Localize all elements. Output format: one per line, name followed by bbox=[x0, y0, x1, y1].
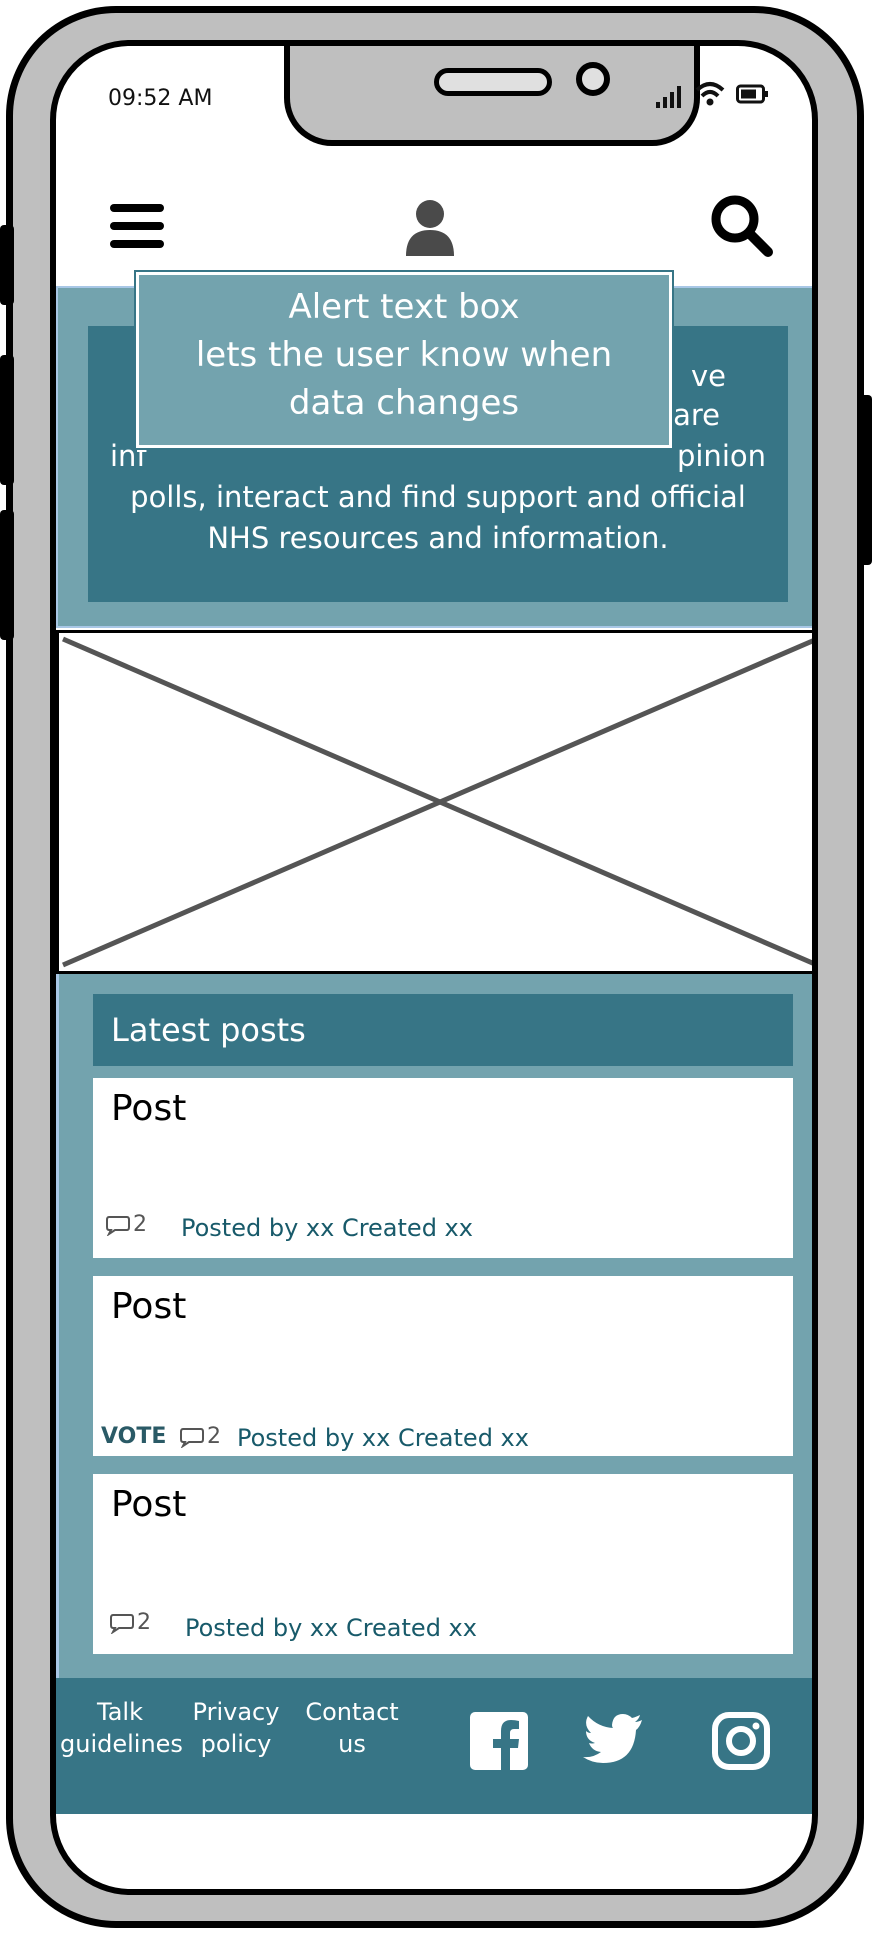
side-button-left-3 bbox=[0, 510, 14, 640]
twitter-icon[interactable] bbox=[582, 1714, 644, 1766]
image-placeholder bbox=[56, 630, 812, 974]
side-button-right bbox=[858, 395, 872, 565]
footer-link-line: policy bbox=[200, 1730, 272, 1758]
footer-link-talk-guidelines[interactable]: Talk guidelines bbox=[60, 1696, 183, 1760]
signal-icon bbox=[656, 86, 681, 108]
search-icon[interactable] bbox=[708, 192, 776, 260]
hero-line-4: polls, interact and find support and off… bbox=[130, 480, 746, 514]
footer-link-line: Contact bbox=[305, 1698, 399, 1726]
comment-count: 2 bbox=[137, 1610, 151, 1635]
comment-count: 2 bbox=[133, 1212, 147, 1237]
alert-text-box[interactable]: Alert text box lets the user know when d… bbox=[134, 270, 674, 450]
footer-link-privacy-policy[interactable]: Privacy policy bbox=[186, 1696, 286, 1760]
comment-count: 2 bbox=[207, 1424, 221, 1449]
post-card[interactable]: Post 2 Posted by xx Created xx bbox=[93, 1474, 793, 1654]
wifi-icon bbox=[695, 82, 725, 106]
footer-link-line: Talk bbox=[97, 1698, 143, 1726]
notch bbox=[284, 46, 700, 146]
comment-icon bbox=[106, 1216, 130, 1236]
post-meta: Posted by xx Created xx bbox=[237, 1424, 529, 1452]
post-card[interactable]: Post VOTE 2 Posted by xx Created xx bbox=[93, 1276, 793, 1456]
alert-message: Alert text box lets the user know when d… bbox=[139, 283, 669, 427]
alert-line: lets the user know when bbox=[195, 335, 613, 375]
speaker-icon bbox=[434, 68, 552, 96]
image-placeholder-icon bbox=[62, 636, 812, 968]
alert-line: data changes bbox=[288, 383, 520, 423]
vote-badge[interactable]: VOTE bbox=[101, 1424, 166, 1449]
side-button-left-2 bbox=[0, 355, 14, 485]
comment-icon bbox=[180, 1428, 204, 1448]
status-time: 09:52 AM bbox=[108, 86, 213, 111]
comment-icon bbox=[110, 1614, 134, 1634]
hero-line-3-right: pinion bbox=[676, 439, 766, 473]
hamburger-icon[interactable] bbox=[110, 204, 164, 258]
post-title[interactable]: Post bbox=[111, 1088, 186, 1129]
user-icon[interactable] bbox=[402, 196, 458, 258]
post-card[interactable]: Post 2 Posted by xx Created xx bbox=[93, 1078, 793, 1258]
side-button-left-1 bbox=[0, 225, 14, 305]
post-meta: Posted by xx Created xx bbox=[181, 1214, 473, 1242]
footer-link-line: us bbox=[338, 1730, 366, 1758]
alert-line: Alert text box bbox=[288, 287, 520, 327]
footer-link-line: guidelines bbox=[60, 1730, 183, 1758]
battery-icon bbox=[736, 84, 768, 104]
latest-posts-section: Latest posts Post 2 Posted by xx Created… bbox=[56, 974, 812, 1678]
footer-link-line: Privacy bbox=[192, 1698, 280, 1726]
instagram-icon[interactable] bbox=[712, 1712, 770, 1770]
post-title[interactable]: Post bbox=[111, 1286, 186, 1327]
hero-line-5: NHS resources and information. bbox=[207, 521, 669, 555]
latest-posts-heading: Latest posts bbox=[93, 994, 793, 1066]
camera-icon bbox=[576, 62, 610, 96]
post-meta: Posted by xx Created xx bbox=[185, 1614, 477, 1642]
footer-link-contact-us[interactable]: Contact us bbox=[302, 1696, 402, 1760]
post-title[interactable]: Post bbox=[111, 1484, 186, 1525]
footer: Talk guidelines Privacy policy Contact u… bbox=[56, 1678, 812, 1814]
facebook-icon[interactable] bbox=[470, 1712, 528, 1770]
